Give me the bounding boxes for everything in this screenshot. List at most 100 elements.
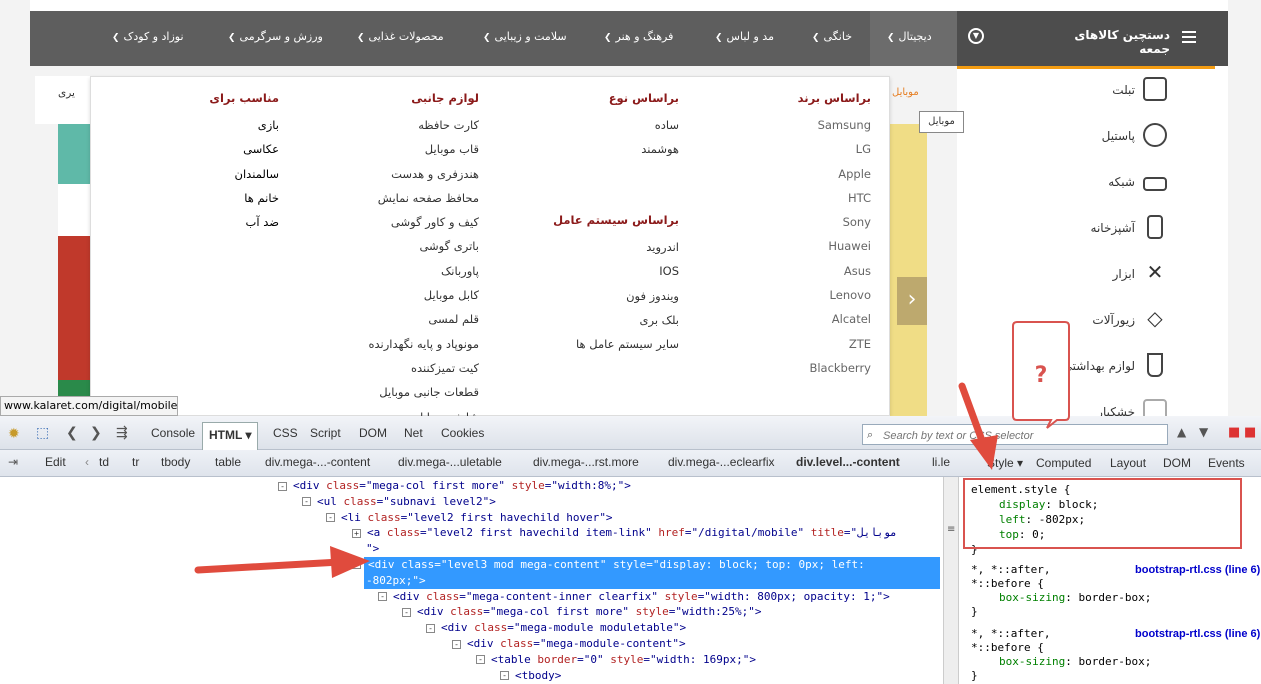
html-node[interactable]: - <tbody> bbox=[0, 668, 561, 684]
tab-html[interactable]: HTML ▾ bbox=[202, 422, 259, 450]
accessory-link[interactable]: مونوپاد و پایه نگهدارنده bbox=[368, 332, 479, 356]
css-source-link[interactable]: bootstrap-rtl.css (line 6) bbox=[1135, 627, 1260, 640]
os-link[interactable]: اندروید bbox=[553, 235, 679, 259]
breadcrumb-item[interactable]: div.mega-...rst.more bbox=[533, 455, 639, 469]
search-next-icon[interactable]: ▼ bbox=[1199, 425, 1208, 439]
html-node[interactable]: - <div class="mega-col first more" style=… bbox=[0, 478, 631, 494]
vertical-scrollbar[interactable] bbox=[943, 477, 958, 684]
nav-item-food[interactable]: محصولات غذایی❯ bbox=[357, 30, 444, 43]
tab-script[interactable]: Script bbox=[310, 426, 341, 440]
breadcrumb-item[interactable]: li.le bbox=[932, 455, 950, 469]
suitable-link[interactable]: سالمندان bbox=[209, 162, 279, 186]
nav-item-culture[interactable]: فرهنگ و هنر❯ bbox=[604, 30, 673, 43]
accessory-link[interactable]: محافظ صفحه نمایش bbox=[368, 186, 479, 210]
brand-link[interactable]: Apple bbox=[798, 162, 871, 186]
suitable-link[interactable]: ضد آب bbox=[209, 210, 279, 234]
nav-item-digital[interactable]: دیجیتال❯ bbox=[887, 30, 932, 43]
breadcrumb-item-current[interactable]: div.level...-content bbox=[796, 455, 900, 469]
brand-link[interactable]: Alcatel bbox=[798, 307, 871, 331]
step-icon[interactable]: ⇶ bbox=[116, 425, 128, 441]
os-link[interactable]: سایر سیستم عامل ها bbox=[553, 332, 679, 356]
html-node[interactable]: - <li class="level2 first havechild hover… bbox=[0, 510, 613, 526]
side-tab-dom[interactable]: DOM bbox=[1163, 456, 1191, 470]
minimize-icon[interactable]: ■ bbox=[1228, 425, 1240, 440]
breadcrumb-item[interactable]: tbody bbox=[161, 455, 190, 469]
tab-net[interactable]: Net bbox=[404, 426, 423, 440]
forward-icon[interactable]: ❯ bbox=[90, 425, 102, 441]
css-source-link[interactable]: bootstrap-rtl.css (line 6) bbox=[1135, 563, 1260, 576]
os-link[interactable]: IOS bbox=[553, 259, 679, 283]
brand-link[interactable]: Sony bbox=[798, 210, 871, 234]
sidebar-item-tablet[interactable]: تبلت bbox=[957, 69, 1215, 115]
submenu-mobile-link[interactable]: موبایل bbox=[892, 87, 919, 98]
sidebar-item-network[interactable]: شبکه bbox=[957, 161, 1215, 207]
os-link[interactable]: بلک بری bbox=[553, 308, 679, 332]
inspect-icon[interactable]: ⬚ bbox=[36, 425, 49, 441]
brand-link[interactable]: ZTE bbox=[798, 332, 871, 356]
firebug-icon[interactable]: ✹ bbox=[8, 426, 20, 442]
side-tab-computed[interactable]: Computed bbox=[1036, 456, 1091, 470]
panel-menu-icon[interactable]: ≡ bbox=[947, 524, 955, 535]
nav-item-home[interactable]: خانگی❯ bbox=[812, 30, 852, 43]
accessory-link[interactable]: قطعات جانبی موبایل bbox=[368, 380, 479, 404]
html-node[interactable]: - <div class="mega-module-content"> bbox=[0, 636, 686, 652]
collapse-icon[interactable]: - bbox=[326, 513, 335, 523]
html-node[interactable]: - <ul class="subnavi level2"> bbox=[0, 494, 496, 510]
back-icon[interactable]: ❮ bbox=[66, 425, 78, 441]
html-node[interactable]: - <div class="mega-col first more" style=… bbox=[0, 604, 761, 620]
side-tab-layout[interactable]: Layout bbox=[1110, 456, 1146, 470]
brand-link[interactable]: Asus bbox=[798, 259, 871, 283]
html-node[interactable]: - <div class="mega-content-inner clearfix… bbox=[0, 589, 890, 605]
collapse-icon[interactable]: - bbox=[500, 671, 509, 681]
html-node-selected[interactable]: -<div class="level3 mod mega-content" st… bbox=[352, 557, 940, 573]
sidebar-item-pastil[interactable]: پاستیل bbox=[957, 115, 1215, 161]
collapse-icon[interactable]: - bbox=[378, 592, 387, 602]
collapse-icon[interactable]: - bbox=[302, 497, 311, 507]
accessory-link[interactable]: هندزفری و هدست bbox=[368, 162, 479, 186]
nav-item-sports[interactable]: ورزش و سرگرمی❯ bbox=[228, 30, 323, 43]
breadcrumb-item[interactable]: div.mega-...-content bbox=[265, 455, 370, 469]
edit-button[interactable]: Edit bbox=[45, 455, 66, 469]
tab-console[interactable]: Console bbox=[151, 426, 195, 440]
breadcrumb-item[interactable]: div.mega-...uletable bbox=[398, 455, 502, 469]
breadcrumb-item[interactable]: td bbox=[99, 455, 109, 469]
type-link[interactable]: هوشمند bbox=[609, 137, 679, 161]
accessory-link[interactable]: قلم لمسی bbox=[368, 307, 479, 331]
accessory-link[interactable]: باتری گوشی bbox=[368, 234, 479, 258]
slider-next-button[interactable]: › bbox=[897, 277, 927, 325]
brand-link[interactable]: LG bbox=[798, 137, 871, 161]
collapse-icon[interactable]: - bbox=[402, 607, 411, 617]
tab-css[interactable]: CSS bbox=[273, 426, 298, 440]
collapse-icon[interactable]: - bbox=[426, 623, 435, 633]
sidebar-item-kitchen[interactable]: آشپزخانه bbox=[957, 207, 1215, 253]
collapse-icon[interactable]: - bbox=[452, 639, 461, 649]
split-icon[interactable]: ⇥ bbox=[8, 455, 18, 469]
tab-dom[interactable]: DOM bbox=[359, 426, 387, 440]
accessory-link[interactable]: کیف و کاور گوشی bbox=[368, 210, 479, 234]
accessory-link[interactable]: کارت حافظه bbox=[368, 113, 479, 137]
accessory-link[interactable]: شارژر موبایل bbox=[368, 405, 479, 416]
collapse-icon[interactable]: - bbox=[476, 655, 485, 665]
accessory-link[interactable]: کابل موبایل bbox=[368, 283, 479, 307]
html-node[interactable]: - <div class="mega-module moduletable"> bbox=[0, 620, 686, 636]
brand-link[interactable]: HTC bbox=[798, 186, 871, 210]
tab-cookies[interactable]: Cookies bbox=[441, 426, 484, 440]
os-link[interactable]: ویندوز فون bbox=[553, 284, 679, 308]
type-link[interactable]: ساده bbox=[609, 113, 679, 137]
close-icon[interactable]: ■ bbox=[1244, 425, 1256, 440]
suitable-link[interactable]: بازی bbox=[209, 113, 279, 137]
search-prev-icon[interactable]: ▲ bbox=[1177, 425, 1186, 439]
circle-chevron-down-icon[interactable]: ▼ bbox=[968, 28, 984, 44]
css-declaration[interactable]: box-sizing: border-box; bbox=[999, 655, 1151, 668]
accessory-link[interactable]: قاب موبایل bbox=[368, 137, 479, 161]
suitable-link[interactable]: عکاسی bbox=[209, 137, 279, 161]
nav-item-baby[interactable]: نوزاد و کودک❯ bbox=[112, 30, 184, 43]
brand-link[interactable]: Huawei bbox=[798, 234, 871, 258]
brand-link[interactable]: Blackberry bbox=[798, 356, 871, 380]
accessory-link[interactable]: پاوربانک bbox=[368, 259, 479, 283]
sidebar-item-tools[interactable]: ابزار ✕ bbox=[957, 253, 1215, 299]
html-node[interactable]: - <table border="0" style="width: 169px;"… bbox=[0, 652, 756, 668]
expand-icon[interactable]: + bbox=[352, 528, 361, 538]
nav-item-health[interactable]: سلامت و زیبایی❯ bbox=[483, 30, 567, 43]
breadcrumb-scroll-icon[interactable]: ‹ bbox=[85, 455, 89, 469]
